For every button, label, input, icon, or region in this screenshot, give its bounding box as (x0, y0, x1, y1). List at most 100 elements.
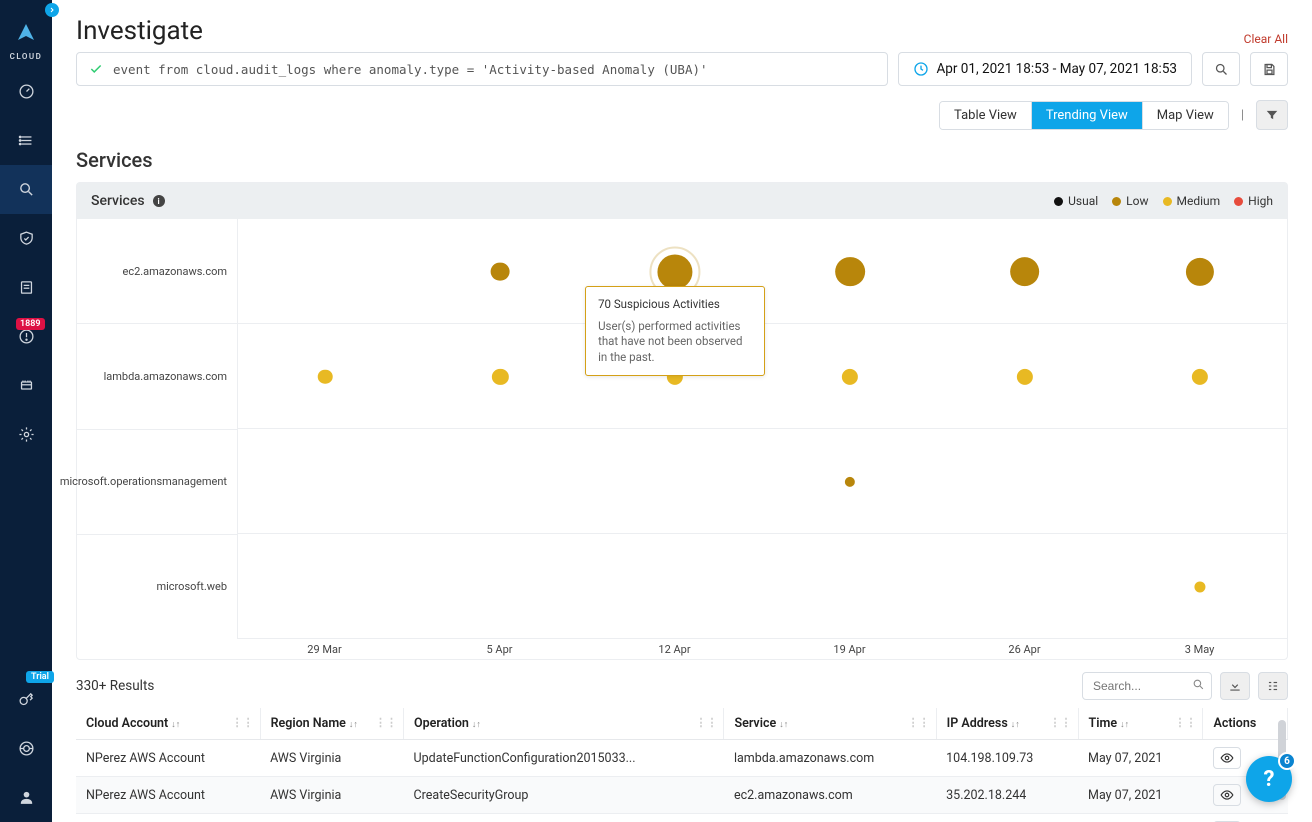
query-input[interactable]: event from cloud.audit_logs where anomal… (76, 52, 888, 86)
save-icon (1262, 62, 1277, 77)
column-header[interactable]: Service↓↑⋮⋮ (724, 708, 936, 740)
column-header[interactable]: IP Address↓↑⋮⋮ (936, 708, 1078, 740)
chart-body: ec2.amazonaws.comlambda.amazonaws.commic… (77, 219, 1287, 639)
nav-adoption[interactable] (0, 724, 52, 773)
cell-time: May 07, 2021 (1078, 814, 1203, 822)
search-icon (1214, 62, 1229, 77)
column-header[interactable]: Operation↓↑⋮⋮ (404, 708, 724, 740)
time-range-picker[interactable]: Apr 01, 2021 18:53 - May 07, 2021 18:53 (898, 52, 1193, 86)
tab-trending-view[interactable]: Trending View (1032, 102, 1143, 129)
drag-icon[interactable]: ⋮⋮ (232, 716, 254, 729)
query-row: event from cloud.audit_logs where anomal… (76, 52, 1288, 86)
clock-icon (913, 61, 929, 77)
x-axis-label: 26 Apr (937, 639, 1112, 659)
legend-dot (1234, 197, 1243, 206)
nav-investigate[interactable] (0, 165, 52, 214)
nav-settings[interactable] (0, 410, 52, 459)
cell-ip: 35.202.18.244 (936, 814, 1078, 822)
columns-button[interactable] (1258, 672, 1288, 700)
drag-icon[interactable]: ⋮⋮ (1050, 716, 1072, 729)
cell-ip: 35.202.18.244 (936, 777, 1078, 814)
search-button[interactable] (1202, 52, 1240, 86)
drag-icon[interactable]: ⋮⋮ (1174, 716, 1196, 729)
chart-bubble[interactable] (491, 262, 510, 281)
legend-item[interactable]: Medium (1163, 194, 1221, 208)
query-text: event from cloud.audit_logs where anomal… (113, 62, 708, 77)
time-range-text: Apr 01, 2021 18:53 - May 07, 2021 18:53 (937, 61, 1178, 77)
tab-map-view[interactable]: Map View (1143, 102, 1228, 129)
search-icon (1192, 678, 1205, 691)
legend-label: Medium (1177, 194, 1221, 208)
x-axis-label: 29 Mar (237, 639, 412, 659)
chart-bubble[interactable] (835, 257, 865, 287)
sort-icon: ↓↑ (171, 720, 180, 730)
legend-dot (1112, 197, 1121, 206)
table-row[interactable]: NPerez AWS Account AWS Virginia CreateSe… (76, 777, 1288, 814)
save-button[interactable] (1250, 52, 1288, 86)
cell-operation: UpdateFunctionConfiguration2015033... (404, 740, 724, 777)
cell-ip: 104.198.109.73 (936, 740, 1078, 777)
tab-table-view[interactable]: Table View (940, 102, 1032, 129)
legend-item[interactable]: Low (1112, 194, 1148, 208)
y-axis-label: microsoft.operationsmanagement (77, 430, 237, 535)
nav-alerts[interactable]: 1889 (0, 312, 52, 361)
nav-subscription[interactable]: Trial (0, 675, 52, 724)
chart-title: Services (91, 193, 145, 209)
sidebar: CLOUD 1889 Trial (0, 0, 52, 822)
legend-dot (1054, 197, 1063, 206)
info-icon[interactable]: i (153, 195, 165, 207)
sort-icon: ↓↑ (472, 720, 481, 730)
view-button[interactable] (1213, 747, 1241, 769)
alerts-badge: 1889 (16, 318, 45, 330)
chart-bubble[interactable] (1010, 257, 1040, 287)
main-content: Investigate Clear All event from cloud.a… (52, 0, 1312, 822)
question-icon: ? (1264, 767, 1275, 792)
help-fab[interactable]: ? 6 (1246, 756, 1292, 802)
table-row[interactable]: NPerez AWS Account AWS Virginia UpdateFu… (76, 740, 1288, 777)
plot-area[interactable]: 70 Suspicious ActivitiesUser(s) performe… (237, 219, 1287, 639)
results-count: 330+ Results (76, 678, 154, 694)
legend-dot (1163, 197, 1172, 206)
results-table: Cloud Account↓↑⋮⋮Region Name↓↑⋮⋮Operatio… (76, 708, 1288, 822)
legend-item[interactable]: High (1234, 194, 1273, 208)
legend-item[interactable]: Usual (1054, 194, 1098, 208)
sort-icon: ↓↑ (1120, 720, 1129, 730)
sort-icon: ↓↑ (1011, 720, 1020, 730)
column-header[interactable]: Actions (1203, 708, 1288, 740)
table-body: NPerez AWS Account AWS Virginia UpdateFu… (76, 740, 1288, 822)
legend-label: High (1248, 194, 1273, 208)
check-icon (89, 62, 103, 76)
section-title: Services (76, 148, 1288, 172)
x-axis-label: 3 May (1112, 639, 1287, 659)
column-header[interactable]: Region Name↓↑⋮⋮ (260, 708, 403, 740)
x-axis-label: 19 Apr (762, 639, 937, 659)
cell-operation: CreateSecurityGroup (404, 814, 724, 822)
table-row[interactable]: NPerez AWS Account AWS Virginia CreateSe… (76, 814, 1288, 822)
eye-icon (1220, 788, 1234, 802)
filter-button[interactable] (1256, 100, 1288, 130)
cell-account: NPerez AWS Account (76, 740, 260, 777)
nav-inventory[interactable] (0, 116, 52, 165)
nav-compute[interactable] (0, 361, 52, 410)
chart-bubble[interactable] (318, 369, 333, 384)
drag-icon[interactable]: ⋮⋮ (908, 716, 930, 729)
eye-icon (1220, 751, 1234, 765)
expand-sidebar-button[interactable] (45, 3, 59, 17)
drag-icon[interactable]: ⋮⋮ (695, 716, 717, 729)
nav-policies[interactable] (0, 263, 52, 312)
chart-bubble[interactable] (658, 254, 693, 289)
cell-actions (1203, 814, 1288, 822)
view-button[interactable] (1213, 784, 1241, 806)
nav-dashboard[interactable] (0, 67, 52, 116)
drag-icon[interactable]: ⋮⋮ (375, 716, 397, 729)
cell-account: NPerez AWS Account (76, 814, 260, 822)
sort-icon: ↓↑ (349, 720, 358, 730)
column-header[interactable]: Cloud Account↓↑⋮⋮ (76, 708, 260, 740)
nav-compliance[interactable] (0, 214, 52, 263)
brand-name: CLOUD (10, 52, 43, 61)
clear-all-link[interactable]: Clear All (1244, 32, 1288, 46)
download-button[interactable] (1220, 672, 1250, 700)
trial-badge: Trial (26, 671, 54, 683)
nav-profile[interactable] (0, 773, 52, 822)
column-header[interactable]: Time↓↑⋮⋮ (1078, 708, 1203, 740)
